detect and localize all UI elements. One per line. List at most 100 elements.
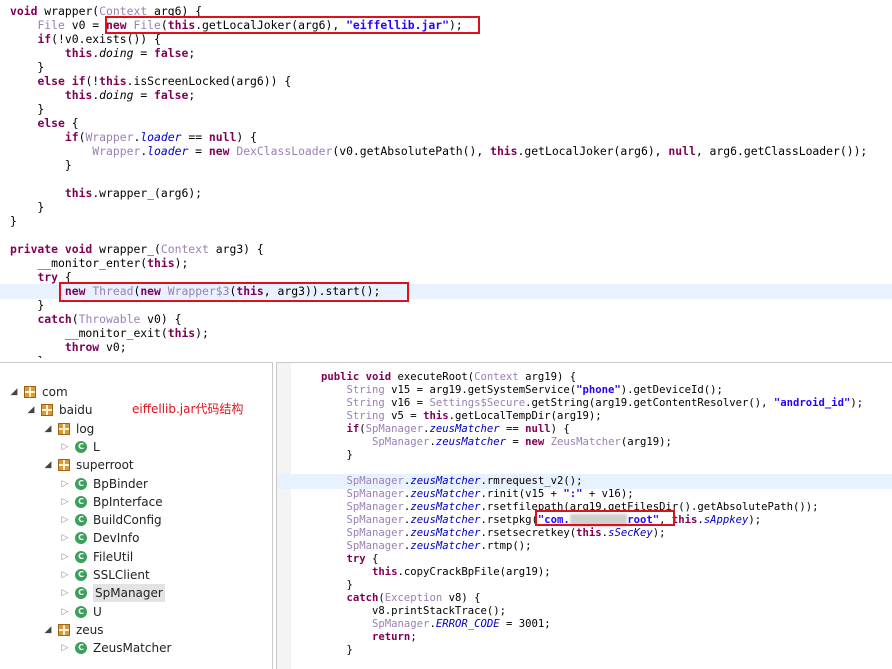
tree-item-fileutil[interactable]: ▷ C FileUtil <box>59 548 134 566</box>
top-code-editor[interactable]: void wrapper(Context arg6) { File v0 = n… <box>0 0 892 358</box>
class-icon: C <box>75 587 87 600</box>
code-token: v15 = arg19.getSystemService( <box>384 384 577 396</box>
package-explorer-tree[interactable]: ◢ com ◢ baidu ◢ log ▷ C L ◢ superroot ▷ C BpBinder ▷ C B… <box>0 362 273 669</box>
collapsed-triangle-icon[interactable]: ▷ <box>59 584 71 602</box>
bottom-code-line: SpManager.zeusMatcher.rtmp(); <box>321 540 532 553</box>
code-token: null <box>208 130 237 144</box>
class-icon: C <box>75 514 87 527</box>
tree-item-zeus[interactable]: ◢ zeus <box>42 621 104 639</box>
code-token: this <box>167 326 196 340</box>
code-token: ) { <box>236 130 257 144</box>
expanded-triangle-icon[interactable]: ◢ <box>42 456 54 474</box>
collapsed-triangle-icon[interactable]: ▷ <box>59 529 71 547</box>
code-token: if <box>64 130 79 144</box>
tree-item-label: com <box>42 385 68 399</box>
expanded-triangle-icon[interactable]: ◢ <box>8 383 20 401</box>
code-token: new <box>208 144 230 158</box>
code-token: this <box>64 186 93 200</box>
top-code-line: else { <box>10 116 78 130</box>
code-token: zeusMatcher <box>429 423 500 435</box>
collapsed-triangle-icon[interactable]: ▷ <box>59 493 71 511</box>
bottom-code-editor[interactable]: public void executeRoot(Context arg19) {… <box>276 362 892 669</box>
code-token: SpManager <box>346 540 404 552</box>
tree-item-com[interactable]: ◢ com <box>8 383 68 401</box>
tree-item-l[interactable]: ▷ C L <box>59 438 100 456</box>
code-token: this <box>423 410 449 422</box>
collapsed-triangle-icon[interactable]: ▷ <box>59 548 71 566</box>
tree-item-label: DevInfo <box>93 531 140 546</box>
tree-item-zeusmatcher[interactable]: ▷ C ZeusMatcher <box>59 639 172 657</box>
code-token: sAppkey <box>703 514 749 526</box>
collapsed-triangle-icon[interactable]: ▷ <box>59 511 71 529</box>
code-token: this <box>490 144 518 158</box>
tree-item-devinfo[interactable]: ▷ C DevInfo <box>59 529 140 547</box>
code-token: __monitor_enter( <box>10 256 148 270</box>
code-token: .rinit(v15 + <box>480 488 564 500</box>
bottom-code-line: if(SpManager.zeusMatcher == null) { <box>321 423 570 436</box>
code-token: } <box>10 200 45 214</box>
code-token: v0; <box>99 340 127 354</box>
collapsed-triangle-icon[interactable]: ▷ <box>59 566 71 584</box>
bottom-code-line: } <box>321 644 353 657</box>
class-icon: C <box>75 477 87 490</box>
expanded-triangle-icon[interactable]: ◢ <box>25 401 37 419</box>
code-token: Exception <box>384 592 443 604</box>
code-token: false <box>154 88 189 102</box>
top-code-line: } <box>10 200 44 214</box>
top-code-line: throw v0; <box>10 340 127 354</box>
top-code-line: private void wrapper_(Context arg3) { <box>10 242 264 256</box>
collapsed-triangle-icon[interactable]: ▷ <box>59 438 71 456</box>
code-token: arg3) { <box>208 242 264 256</box>
code-token: public void <box>321 371 392 383</box>
top-code-line: this.doing = false; <box>10 88 195 102</box>
code-token: ) { <box>550 423 570 435</box>
collapsed-triangle-icon[interactable]: ▷ <box>59 603 71 621</box>
collapsed-triangle-icon[interactable]: ▷ <box>59 639 71 657</box>
code-token: zeusMatcher <box>435 436 506 448</box>
code-token: SpManager <box>365 423 424 435</box>
tree-item-bpinterface[interactable]: ▷ C BpInterface <box>59 493 163 511</box>
collapsed-triangle-icon[interactable]: ▷ <box>59 475 71 493</box>
tree-item-label: zeus <box>76 622 104 637</box>
code-token: this <box>372 566 398 578</box>
tree-item-buildconfig[interactable]: ▷ C BuildConfig <box>59 511 162 529</box>
expanded-triangle-icon[interactable]: ◢ <box>42 420 54 438</box>
code-token: .rsetsecretkey( <box>480 527 577 539</box>
code-token: wrapper( <box>37 4 100 18</box>
tree-item-log[interactable]: ◢ log <box>42 420 95 438</box>
tree-item-superroot[interactable]: ◢ superroot <box>42 456 134 474</box>
code-token: loader <box>140 130 182 144</box>
code-token: ; <box>188 88 196 102</box>
tree-item-baidu[interactable]: ◢ baidu <box>25 401 93 419</box>
code-token: String <box>346 410 385 422</box>
highlight-box-new-file <box>105 16 480 34</box>
tree-item-u[interactable]: ▷ C U <box>59 603 102 621</box>
code-token: .copyCrackBpFile(arg19); <box>397 566 551 578</box>
bottom-code-line: } <box>321 579 353 592</box>
code-token: (arg19); <box>620 436 672 448</box>
class-icon: C <box>75 569 87 581</box>
editor-gutter <box>277 363 291 669</box>
code-token: Context <box>474 371 519 383</box>
tree-item-label: SpManager <box>93 584 165 603</box>
tree-item-bpbinder[interactable]: ▷ C BpBinder <box>59 475 148 493</box>
code-token: this <box>64 46 93 60</box>
bottom-code-line: } <box>321 449 353 462</box>
code-token: Wrapper <box>92 144 141 158</box>
expanded-triangle-icon[interactable]: ◢ <box>42 621 54 639</box>
tree-item-sslclient[interactable]: ▷ C SSLClient <box>59 566 150 584</box>
top-code-line: if(Wrapper.loader == null) { <box>10 130 257 144</box>
tree-item-spmanager[interactable]: ▷ C SpManager <box>59 584 165 603</box>
top-code-line: this.doing = false; <box>10 46 195 60</box>
code-token: doing <box>99 46 134 60</box>
code-token: zeusMatcher <box>410 488 481 500</box>
